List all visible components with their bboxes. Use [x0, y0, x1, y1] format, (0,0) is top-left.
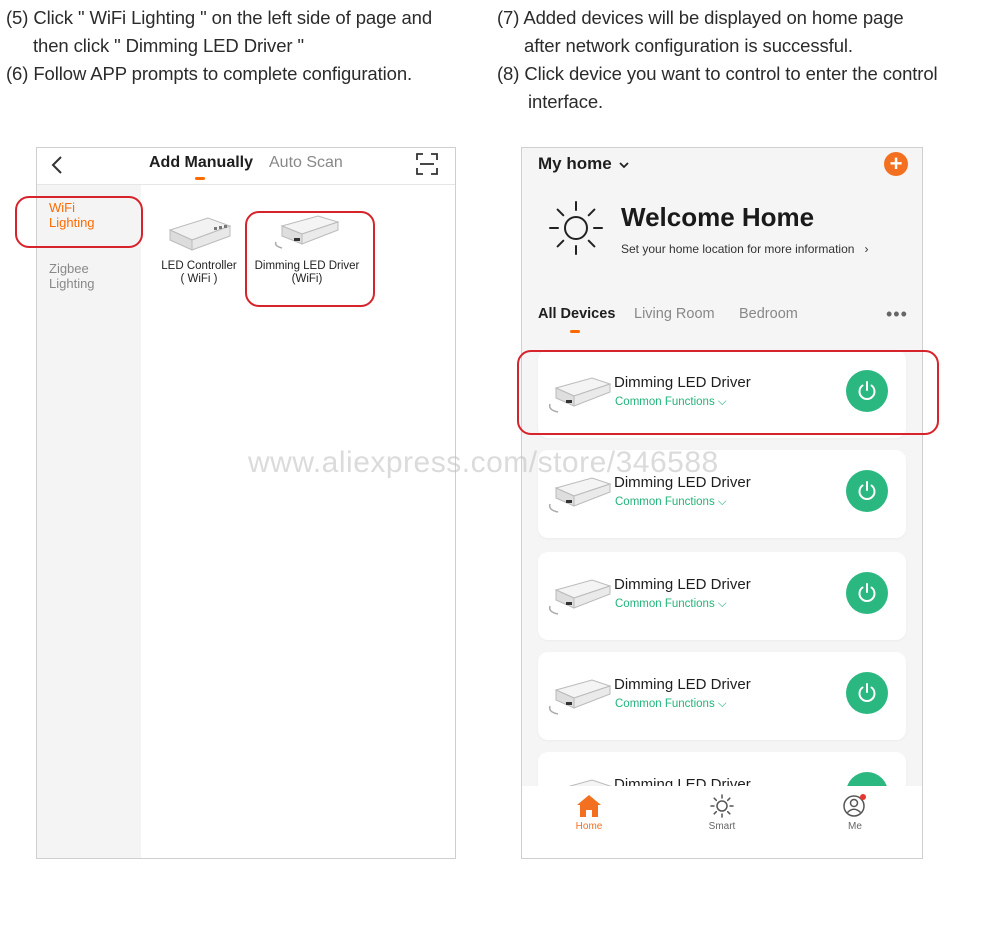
device-name: Dimming LED Driver: [614, 576, 751, 593]
chevron-down-icon: [619, 162, 630, 169]
more-icon[interactable]: •••: [886, 304, 908, 325]
common-functions-toggle[interactable]: Common Functions ⌵: [615, 598, 727, 611]
sun-icon: [549, 201, 603, 255]
power-icon: [858, 481, 876, 500]
chevron-right-icon: ›: [857, 242, 869, 256]
tab-all-devices[interactable]: All Devices: [538, 306, 615, 322]
room-tabs: All Devices Living Room Bedroom •••: [538, 304, 908, 333]
device-functions-label: Common Functions: [615, 698, 715, 710]
common-functions-toggle[interactable]: Common Functions ⌵: [615, 496, 727, 509]
sidebar-item-zigbee-lighting[interactable]: Zigbee Lighting: [49, 261, 109, 291]
device-name: Dimming LED Driver: [614, 676, 751, 693]
tab-add-manually[interactable]: Add Manually: [149, 154, 253, 172]
category-label: LED Controller: [161, 260, 237, 272]
welcome-title: Welcome Home: [621, 202, 815, 232]
dimming-driver-device-icon: [548, 579, 612, 615]
device-functions-label: Common Functions: [615, 598, 715, 610]
nav-me-label: Me: [848, 821, 862, 832]
instruction-7: (7) Added devices will be displayed on h…: [497, 7, 904, 28]
chevron-down-icon: ⌵: [717, 698, 727, 710]
home-icon: [577, 795, 601, 817]
category-sidebar: WiFi Lighting Zigbee Lighting: [37, 185, 141, 858]
instruction-6: (6) Follow APP prompts to complete confi…: [6, 63, 413, 84]
highlight-dimming-driver: [245, 211, 375, 307]
device-card[interactable]: Dimming LED Driver Common Functions ⌵: [538, 652, 906, 740]
set-location-link[interactable]: Set your home location for more informat…: [621, 242, 868, 256]
chevron-down-icon: ⌵: [717, 496, 727, 508]
nav-me[interactable]: Me: [825, 794, 885, 832]
instruction-8-cont: interface.: [528, 91, 604, 112]
highlight-added-device: [517, 350, 939, 435]
back-arrow-icon[interactable]: [49, 154, 67, 176]
category-led-controller[interactable]: LED Controller ( WiFi ): [155, 212, 243, 286]
power-button[interactable]: [846, 572, 888, 614]
tab-bedroom[interactable]: Bedroom: [739, 306, 798, 322]
instruction-5-cont: then click " Dimming LED Driver ": [33, 35, 304, 56]
nav-smart[interactable]: Smart: [692, 794, 752, 832]
led-controller-device-icon: [168, 217, 232, 251]
device-functions-label: Common Functions: [615, 496, 715, 508]
tab-active-indicator: [570, 330, 580, 333]
tab-active-indicator: [195, 177, 205, 180]
highlight-wifi-lighting: [15, 196, 143, 248]
user-icon: [843, 794, 866, 817]
nav-home-label: Home: [575, 821, 603, 832]
location-hint-text: Set your home location for more informat…: [621, 242, 855, 256]
dimming-driver-device-icon: [548, 477, 612, 513]
device-card[interactable]: Dimming LED Driver Common Functions ⌵: [538, 450, 906, 538]
instructions-right: (7) Added devices will be displayed on h…: [497, 4, 938, 116]
add-device-topbar: Add Manually Auto Scan: [37, 148, 455, 185]
nav-home[interactable]: Home: [559, 794, 619, 832]
nav-smart-label: Smart: [708, 821, 736, 832]
category-sublabel: ( WiFi ): [180, 273, 218, 285]
power-icon: [858, 583, 876, 602]
common-functions-toggle[interactable]: Common Functions ⌵: [615, 698, 727, 711]
tab-auto-scan[interactable]: Auto Scan: [269, 154, 343, 172]
tab-living-room[interactable]: Living Room: [634, 306, 715, 322]
sun-icon: [710, 794, 734, 818]
home-selector[interactable]: My home: [538, 154, 630, 174]
bottom-nav: Home Smart Me: [522, 786, 922, 858]
instruction-7-cont: after network configuration is successfu…: [524, 35, 853, 56]
add-device-button[interactable]: +: [884, 152, 908, 176]
chevron-down-icon: ⌵: [717, 598, 727, 610]
scan-icon[interactable]: [416, 153, 438, 175]
power-button[interactable]: [846, 470, 888, 512]
device-name: Dimming LED Driver: [614, 474, 751, 491]
power-button[interactable]: [846, 672, 888, 714]
home-title: My home: [538, 154, 612, 173]
instructions-left: (5) Click " WiFi Lighting " on the left …: [6, 4, 432, 88]
device-card[interactable]: Dimming LED Driver Common Functions ⌵: [538, 552, 906, 640]
power-icon: [858, 683, 876, 702]
home-screen: My home + Welcome Home Set your home loc…: [521, 147, 923, 859]
instruction-8: (8) Click device you want to control to …: [497, 63, 938, 84]
dimming-driver-device-icon: [548, 679, 612, 715]
instruction-5: (5) Click " WiFi Lighting " on the left …: [6, 7, 433, 28]
